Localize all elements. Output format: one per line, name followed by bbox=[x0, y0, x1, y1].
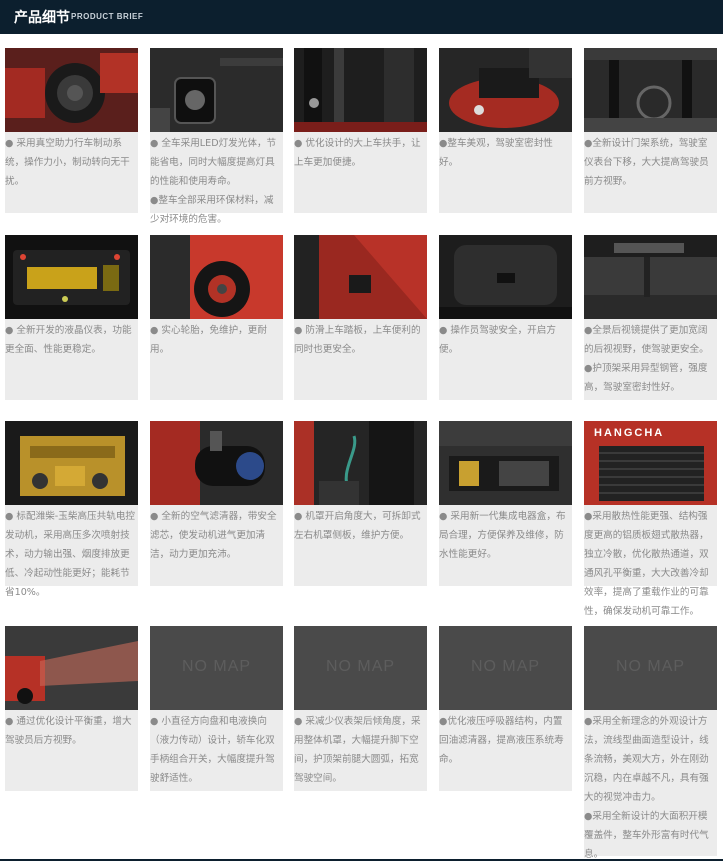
led-headlight-photo bbox=[150, 48, 283, 132]
product-detail-card[interactable]: ●全新设计门架系统，驾驶室仪表台下移，大大提高驾驶员前方视野。 bbox=[584, 48, 717, 213]
card-description: ●全景后视镜提供了更加宽阔的后视视野，使驾驶更安全。 ●护顶架采用异型钢管，强度… bbox=[584, 325, 709, 393]
card-description: ● 防滑上车踏板，上车便利的同时也更安全。 bbox=[294, 325, 421, 355]
card-description: ●优化液压呼吸器结构，内置回油滤清器，提高液压系统寿命。 bbox=[439, 716, 564, 765]
electrical-box-photo bbox=[439, 421, 572, 505]
placeholder-label: NO MAP bbox=[181, 658, 252, 675]
placeholder-label: NO MAP bbox=[470, 658, 541, 675]
placeholder-label: NO MAP bbox=[325, 658, 396, 675]
air-filter-photo bbox=[150, 421, 283, 505]
product-detail-card[interactable]: HANGCHA ●采用散热性能更强、结构强度更高的铝质板翅式散热器，独立冷散，优… bbox=[584, 421, 717, 617]
card-description: ● 实心轮胎，免维护，更耐用。 bbox=[150, 325, 267, 355]
card-description: ● 优化设计的大上车扶手，让上车更加便捷。 bbox=[294, 138, 421, 168]
product-detail-card[interactable]: ● 采用新一代集成电器盒，布局合理，方便保养及维修，防水性能更好。 bbox=[439, 421, 572, 586]
engine-hood-photo bbox=[294, 421, 427, 505]
lcd-dashboard-photo bbox=[5, 235, 138, 319]
product-detail-card[interactable]: ●整车美观，驾驶室密封性好。 bbox=[439, 48, 572, 213]
product-detail-card[interactable]: ● 防滑上车踏板，上车便利的同时也更安全。 bbox=[294, 235, 427, 400]
card-description: ● 小直径方向盘和电液换向（液力传动）设计，轿车化双手柄组合开关，大幅度提升驾驶… bbox=[150, 716, 275, 784]
product-detail-card[interactable]: NO MAP ●优化液压呼吸器结构，内置回油滤清器，提高液压系统寿命。 bbox=[439, 626, 572, 791]
card-description: ● 通过优化设计平衡重，增大驾驶员后方视野。 bbox=[5, 716, 132, 746]
card-description: ● 操作员驾驶安全，开启方便。 bbox=[439, 325, 556, 355]
card-description: ●全新设计门架系统，驾驶室仪表台下移，大大提高驾驶员前方视野。 bbox=[584, 138, 709, 187]
product-detail-card[interactable]: ● 全新开发的液晶仪表，功能更全面、性能更稳定。 bbox=[5, 235, 138, 400]
card-description: ● 标配潍柴-玉柴高压共轨电控发动机，采用高压多次喷射技术，动力输出强、烟度排放… bbox=[5, 511, 136, 598]
section-subtitle: PRODUCT BRIEF bbox=[71, 12, 144, 21]
product-detail-card[interactable]: ● 采用真空助力行车制动系统，操作力小，制动转向无干扰。 bbox=[5, 48, 138, 213]
product-detail-card[interactable]: ● 全新的空气滤清器，带安全滤芯，使发动机进气更加清洁，动力更加充沛。 bbox=[150, 421, 283, 586]
card-description: ●采用散热性能更强、结构强度更高的铝质板翅式散热器，独立冷散，优化散热通道，双通… bbox=[584, 511, 709, 617]
product-detail-card[interactable]: ● 通过优化设计平衡重，增大驾驶员后方视野。 bbox=[5, 626, 138, 791]
steering-axle-photo bbox=[5, 48, 138, 132]
grab-handle-photo bbox=[294, 48, 427, 132]
card-description: ● 采减少仪表架后倾角度，采用整体机罩，大幅提升脚下空间，护顶架前腿大圆弧，拓宽… bbox=[294, 716, 421, 784]
product-detail-card[interactable]: ● 全车采用LED灯发光体，节能省电，同时大幅度提高灯具的性能和使用寿命。 ●整… bbox=[150, 48, 283, 225]
no-map-placeholder: NO MAP bbox=[150, 626, 283, 710]
product-detail-card[interactable]: ●全景后视镜提供了更加宽阔的后视视野，使驾驶更安全。 ●护顶架采用异型钢管，强度… bbox=[584, 235, 717, 400]
no-map-placeholder: NO MAP bbox=[294, 626, 427, 710]
step-plate-photo bbox=[294, 235, 427, 319]
card-description: ●整车美观，驾驶室密封性好。 bbox=[439, 138, 553, 168]
placeholder-label: NO MAP bbox=[615, 658, 686, 675]
card-description: ● 采用真空助力行车制动系统，操作力小，制动转向无干扰。 bbox=[5, 138, 130, 187]
product-detail-card[interactable]: NO MAP ● 采减少仪表架后倾角度，采用整体机罩，大幅提升脚下空间，护顶架前… bbox=[294, 626, 427, 791]
card-description: ● 采用新一代集成电器盒，布局合理，方便保养及维修，防水性能更好。 bbox=[439, 511, 566, 560]
product-detail-card[interactable]: NO MAP ●采用全新理念的外观设计方法，流线型曲面造型设计，线条流畅，美观大… bbox=[584, 626, 717, 860]
card-description: ● 机罩开启角度大，可拆卸式左右机罩侧板，维护方便。 bbox=[294, 511, 421, 541]
product-detail-card[interactable]: ● 机罩开启角度大，可拆卸式左右机罩侧板，维护方便。 bbox=[294, 421, 427, 586]
diesel-engine-photo bbox=[5, 421, 138, 505]
product-detail-card[interactable]: ● 实心轮胎，免维护，更耐用。 bbox=[150, 235, 283, 400]
card-description: ● 全新开发的液晶仪表，功能更全面、性能更稳定。 bbox=[5, 325, 132, 355]
operator-seat-photo bbox=[439, 235, 572, 319]
brand-badge: HANGCHA bbox=[594, 427, 664, 439]
product-detail-card[interactable]: ● 标配潍柴-玉柴高压共轨电控发动机，采用高压多次喷射技术，动力输出强、烟度排放… bbox=[5, 421, 138, 598]
solid-tire-photo bbox=[150, 235, 283, 319]
card-description: ● 全新的空气滤清器，带安全滤芯，使发动机进气更加清洁，动力更加充沛。 bbox=[150, 511, 277, 560]
no-map-placeholder: NO MAP bbox=[584, 626, 717, 710]
product-detail-card[interactable]: NO MAP ● 小直径方向盘和电液换向（液力传动）设计，轿车化双手柄组合开关，… bbox=[150, 626, 283, 791]
product-detail-card[interactable]: ● 优化设计的大上车扶手，让上车更加便捷。 bbox=[294, 48, 427, 213]
card-description: ● 全车采用LED灯发光体，节能省电，同时大幅度提高灯具的性能和使用寿命。 ●整… bbox=[150, 138, 277, 225]
card-description: ●采用全新理念的外观设计方法，流线型曲面造型设计，线条流畅，美观大方，外在刚劲沉… bbox=[584, 716, 709, 860]
counterweight-photo bbox=[5, 626, 138, 710]
rear-mirror-photo bbox=[584, 235, 717, 319]
radiator-photo: HANGCHA bbox=[584, 421, 717, 505]
mast-system-photo bbox=[584, 48, 717, 132]
product-detail-card[interactable]: ● 操作员驾驶安全，开启方便。 bbox=[439, 235, 572, 400]
section-title: 产品细节 bbox=[14, 10, 70, 26]
section-header: 产品细节 PRODUCT BRIEF bbox=[0, 0, 723, 34]
no-map-placeholder: NO MAP bbox=[439, 626, 572, 710]
cab-sealing-photo bbox=[439, 48, 572, 132]
